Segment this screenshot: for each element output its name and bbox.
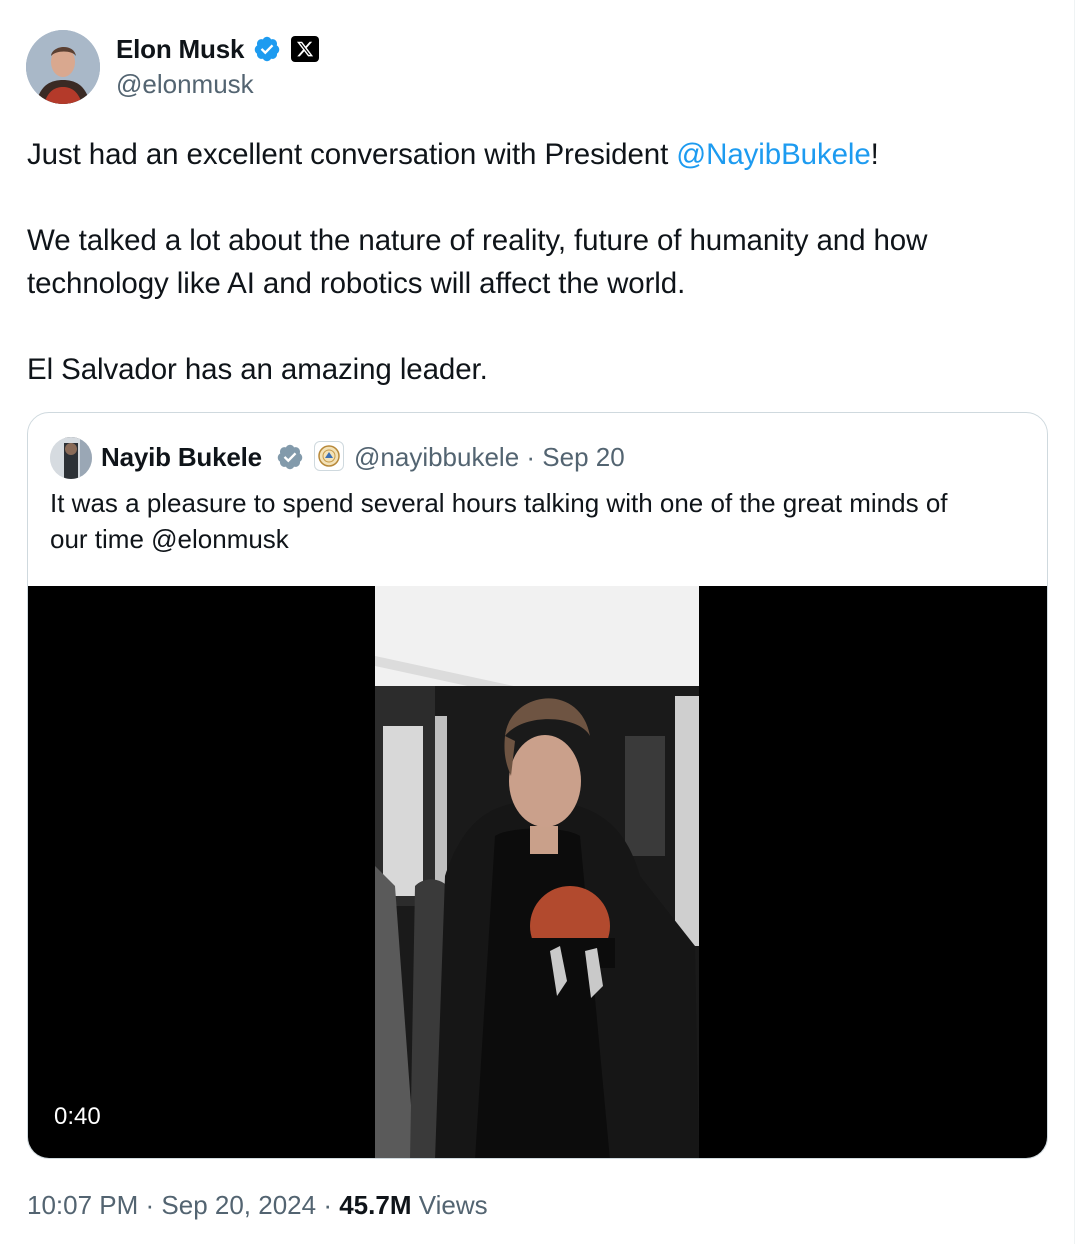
quote-author-handle[interactable]: @nayibbukele [354,442,519,472]
views-count[interactable]: 45.7M [339,1190,411,1220]
author-handle[interactable]: @elonmusk [116,68,254,100]
quote-author-display-name[interactable]: Nayib Bukele [101,441,262,473]
tweet-line: technology like AI and robotics will aff… [27,267,686,300]
quote-date[interactable]: Sep 20 [542,442,624,472]
tweet-footer: 10:07 PM · Sep 20, 2024 · 45.7M Views [27,1188,488,1222]
meta-separator: · [316,1190,340,1220]
author-avatar[interactable] [26,30,100,104]
quoted-tweet-card[interactable]: Nayib Bukele @nayibbukele · Sep 20 It wa… [27,412,1048,1159]
tweet-line: Just had an excellent conversation with … [27,133,1037,176]
tweet-page: Elon Musk @elonmusk Just had an excellen… [0,0,1084,1244]
quote-line: It was a pleasure to spend several hours… [50,488,948,518]
quote-author-avatar[interactable] [50,437,92,479]
mention-link[interactable]: @NayibBukele [676,138,870,171]
tweet-text-segment: ! [870,138,879,171]
video-duration: 0:40 [54,1103,101,1130]
video-thumbnail [375,586,699,1158]
tweet-time[interactable]: 10:07 PM [27,1190,138,1220]
tweet-line: El Salvador has an amazing leader. [27,353,488,386]
video-player[interactable]: 0:40 [28,586,1047,1158]
quote-line: our time @elonmusk [50,524,289,554]
x-logo-icon[interactable] [291,36,319,62]
meta-separator: · [138,1190,162,1220]
tweet-line: We talked a lot about the nature of real… [27,224,928,257]
el-salvador-seal-icon[interactable] [314,441,344,471]
tweet-text-segment: Just had an excellent conversation with … [27,138,677,171]
verified-badge-icon[interactable] [253,35,281,63]
quote-verified-badge-icon[interactable] [276,443,304,471]
quote-meta: @nayibbukele · Sep 20 [354,441,625,473]
tweet-date[interactable]: Sep 20, 2024 [161,1190,316,1220]
meta-separator: · [519,442,543,472]
views-label: Views [411,1190,488,1220]
quote-text: It was a pleasure to spend several hours… [50,485,1030,557]
author-display-name[interactable]: Elon Musk [116,33,244,65]
tweet-text: Just had an excellent conversation with … [27,133,1037,391]
divider [1074,0,1075,1244]
